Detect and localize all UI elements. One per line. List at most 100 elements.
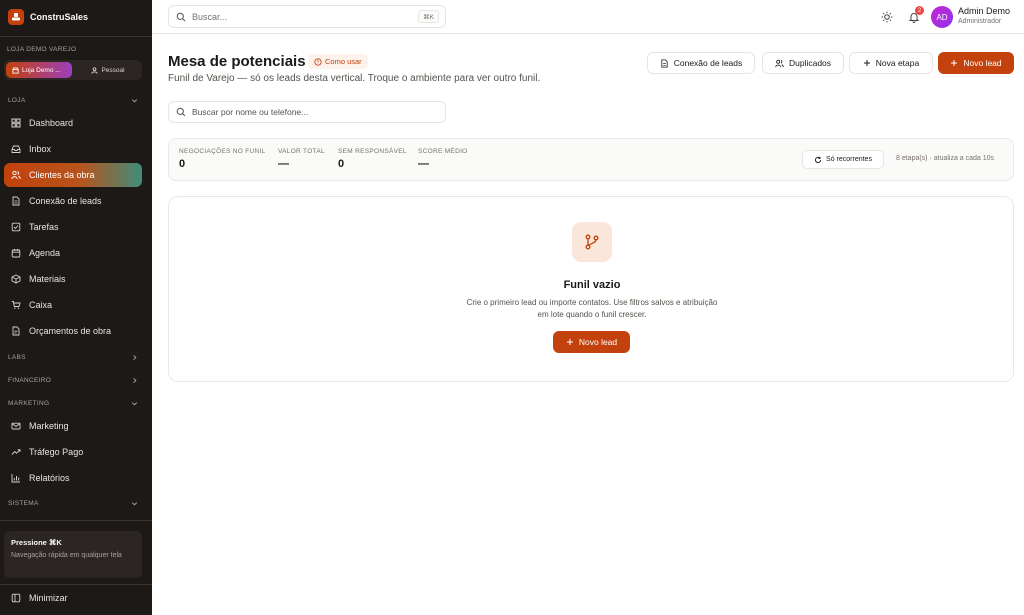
sidebar-item-tarefas[interactable]: Tarefas bbox=[4, 215, 142, 239]
shortcut-tip-text: Navegação rápida em qualquer tela bbox=[11, 552, 122, 559]
calendar-icon bbox=[11, 249, 21, 258]
search-icon bbox=[176, 107, 186, 117]
store-switch-active-label: Loja Demo ... bbox=[22, 66, 61, 74]
brand-name: ConstruSales bbox=[30, 12, 89, 22]
sidebar-item-clientes-da-obra[interactable]: Clientes da obra bbox=[4, 163, 142, 187]
stat-label: SEM RESPONSÁVEL bbox=[338, 148, 407, 155]
plus-icon bbox=[566, 339, 573, 345]
lead-search-input[interactable]: Buscar por nome ou telefone... bbox=[168, 101, 446, 123]
section-labs[interactable]: LABS bbox=[8, 354, 138, 361]
sidebar-item-marketing[interactable]: Marketing bbox=[4, 414, 142, 438]
section-financeiro-label: FINANCEIRO bbox=[8, 377, 52, 384]
global-search-placeholder: Buscar... bbox=[192, 11, 228, 22]
sidebar-item-inbox[interactable]: Inbox bbox=[4, 137, 142, 161]
sidebar-item-dashboard[interactable]: Dashboard bbox=[4, 111, 142, 135]
new-lead-button[interactable]: Novo lead bbox=[938, 52, 1014, 74]
stat-label: SCORE MÉDIO bbox=[418, 148, 468, 155]
sidebar-item-label: Caixa bbox=[29, 300, 53, 310]
minimize-button[interactable]: Minimizar bbox=[4, 586, 142, 610]
stat-label: NEGOCIAÇÕES NO FUNIL bbox=[179, 148, 266, 155]
search-icon bbox=[176, 12, 186, 21]
user-icon bbox=[91, 66, 98, 74]
shortcut-tip-title: Pressione ⌘K bbox=[11, 538, 62, 547]
section-marketing[interactable]: MARKETING bbox=[8, 400, 138, 407]
sidebar-item-label: Relatórios bbox=[29, 473, 70, 483]
shortcut-tip: Pressione ⌘K Navegação rápida em qualque… bbox=[4, 531, 142, 578]
page-title: Mesa de potenciais bbox=[168, 53, 306, 70]
sidebar-item-label: Orçamentos de obra bbox=[29, 326, 112, 336]
lead-connection-label: Conexão de leads bbox=[673, 58, 743, 68]
trending-icon bbox=[11, 449, 21, 455]
duplicates-label: Duplicados bbox=[788, 58, 832, 68]
recurring-only-label: Só recorrentes bbox=[826, 156, 872, 163]
new-stage-label: Nova etapa bbox=[875, 58, 920, 68]
duplicates-button[interactable]: Duplicados bbox=[762, 52, 844, 74]
file-icon bbox=[12, 196, 20, 206]
notifications-button[interactable]: 2 bbox=[906, 6, 924, 25]
how-to-use-button[interactable]: Como usar bbox=[308, 54, 368, 69]
sidebar-item-caixa[interactable]: Caixa bbox=[4, 293, 142, 317]
empty-funnel-card: Funil vazio Crie o primeiro lead ou impo… bbox=[168, 196, 1014, 382]
sidebar-item-relatorios[interactable]: Relatórios bbox=[4, 466, 142, 490]
help-circle-icon bbox=[314, 57, 322, 66]
chevron-right-icon bbox=[133, 377, 137, 384]
sidebar-collapse-icon bbox=[11, 593, 21, 603]
chevron-down-icon bbox=[131, 99, 138, 103]
sidebar-item-materiais[interactable]: Materiais bbox=[4, 267, 142, 291]
new-stage-button[interactable]: Nova etapa bbox=[849, 52, 933, 74]
user-name[interactable]: Admin Demo bbox=[958, 6, 1010, 16]
section-financeiro[interactable]: FINANCEIRO bbox=[8, 377, 138, 384]
stat-value: — bbox=[278, 158, 289, 170]
sidebar-item-label: Materiais bbox=[29, 274, 66, 284]
section-marketing-label: MARKETING bbox=[8, 400, 50, 407]
store-switch-personal[interactable]: Pessoal bbox=[76, 62, 140, 78]
plus-icon bbox=[951, 60, 958, 66]
bar-chart-icon bbox=[11, 474, 20, 483]
document-icon bbox=[12, 326, 20, 336]
empty-funnel-title: Funil vazio bbox=[563, 279, 621, 291]
users-icon bbox=[775, 59, 784, 67]
empty-funnel-description: Crie o primeiro lead ou importe contatos… bbox=[466, 298, 718, 319]
sidebar-item-label: Agenda bbox=[29, 248, 61, 258]
empty-new-lead-button[interactable]: Novo lead bbox=[553, 331, 630, 353]
sidebar-item-agenda[interactable]: Agenda bbox=[4, 241, 142, 265]
brand-logo-icon bbox=[8, 9, 24, 25]
stat-value: 0 bbox=[179, 158, 186, 170]
sidebar-item-label: Clientes da obra bbox=[29, 170, 95, 180]
sidebar-item-label: Marketing bbox=[29, 421, 69, 431]
stages-info: 8 etapa(s) · atualiza a cada 10s bbox=[896, 155, 995, 162]
sidebar: ConstruSales LOJA DEMO VAREJO Loja Demo … bbox=[0, 0, 152, 615]
global-search-input[interactable]: Buscar... ⌘K bbox=[168, 5, 446, 28]
search-shortcut-badge: ⌘K bbox=[418, 10, 439, 23]
lead-connection-button[interactable]: Conexão de leads bbox=[647, 52, 755, 74]
store-switch-active[interactable]: Loja Demo ... bbox=[6, 62, 72, 78]
avatar[interactable]: AD bbox=[931, 6, 953, 28]
sidebar-item-trafego-pago[interactable]: Tráfego Pago bbox=[4, 440, 142, 464]
stat-total-value: VALOR TOTAL — bbox=[278, 148, 325, 170]
stat-value: — bbox=[418, 158, 429, 170]
topbar: Buscar... ⌘K 2 AD Admin Demo Administrad… bbox=[152, 0, 1024, 34]
recurring-only-toggle[interactable]: Só recorrentes bbox=[802, 150, 884, 169]
refresh-icon bbox=[815, 156, 822, 163]
stat-deals-in-funnel: NEGOCIAÇÕES NO FUNIL 0 bbox=[179, 148, 266, 170]
section-sistema[interactable]: SISTEMA bbox=[8, 500, 138, 507]
section-loja-label: LOJA bbox=[8, 97, 26, 104]
store-switcher: Loja Demo ... Pessoal bbox=[4, 60, 142, 80]
section-labs-label: LABS bbox=[8, 354, 26, 361]
inbox-icon bbox=[11, 145, 21, 153]
theme-toggle-button[interactable] bbox=[879, 9, 895, 25]
sidebar-item-label: Conexão de leads bbox=[29, 196, 102, 206]
sidebar-item-orcamentos-de-obra[interactable]: Orçamentos de obra bbox=[4, 319, 142, 343]
section-loja[interactable]: LOJA bbox=[8, 97, 138, 104]
chevron-down-icon bbox=[131, 402, 138, 406]
funnel-stats-bar: NEGOCIAÇÕES NO FUNIL 0 VALOR TOTAL — SEM… bbox=[168, 138, 1014, 181]
sidebar-item-conexao-de-leads[interactable]: Conexão de leads bbox=[4, 189, 142, 213]
empty-new-lead-label: Novo lead bbox=[578, 337, 618, 347]
minimize-label: Minimizar bbox=[29, 593, 68, 603]
brand[interactable]: ConstruSales bbox=[8, 8, 88, 26]
stat-value: 0 bbox=[338, 158, 345, 170]
cart-icon bbox=[11, 301, 21, 309]
user-role: Administrador bbox=[958, 18, 1002, 25]
divider bbox=[0, 520, 152, 521]
sidebar-item-label: Tráfego Pago bbox=[29, 447, 84, 457]
